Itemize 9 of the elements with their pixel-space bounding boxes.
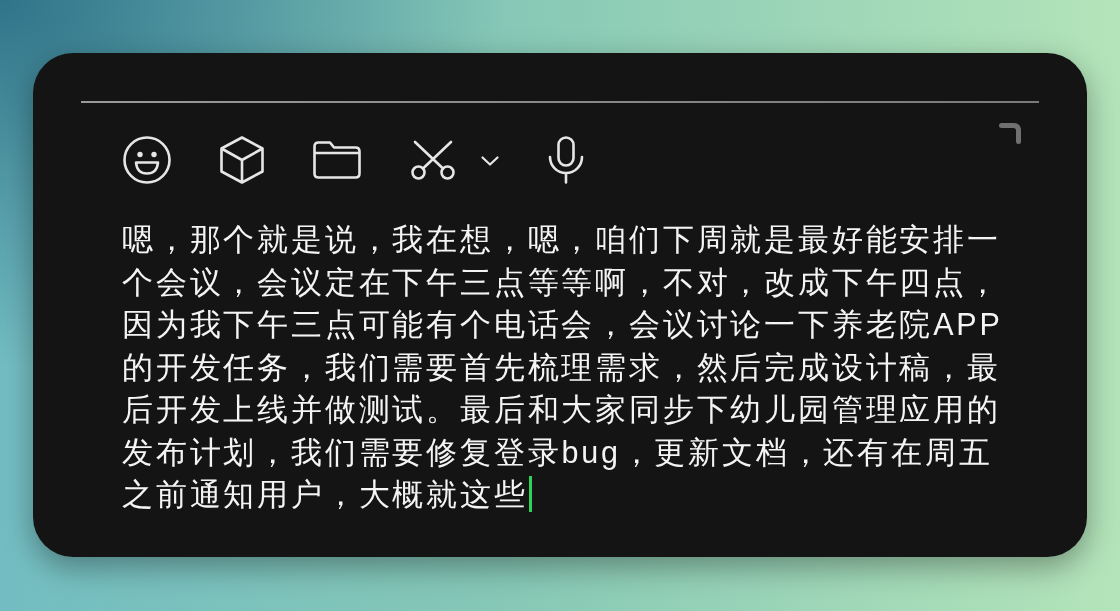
corner-bracket-icon[interactable] [999,123,1021,144]
cube-icon[interactable] [220,136,264,184]
microphone-icon[interactable] [548,136,584,184]
folder-icon[interactable] [313,141,361,179]
chevron-down-icon[interactable] [481,156,499,166]
text-cursor-icon [528,476,532,512]
scissors-icon[interactable] [410,140,456,180]
smiley-face-icon[interactable] [123,136,171,184]
transcript-field[interactable]: 嗯，那个就是说，我在想，嗯，咱们下周就是最好能安排一个会议，会议定在下午三点等等啊，不对，改成下午四点，因为我下午三点可能有个电话会，会议讨论一下养老院APP的开发任务，我们需要首先梳理需求，然后完成设计稿，最后开发上线并做测试。最后和大家同步下幼儿园管理应用的发布计划，我们需要修复登录bug，更新文档，还有在周五之前通知用户，大概就这些 [122,218,1003,516]
